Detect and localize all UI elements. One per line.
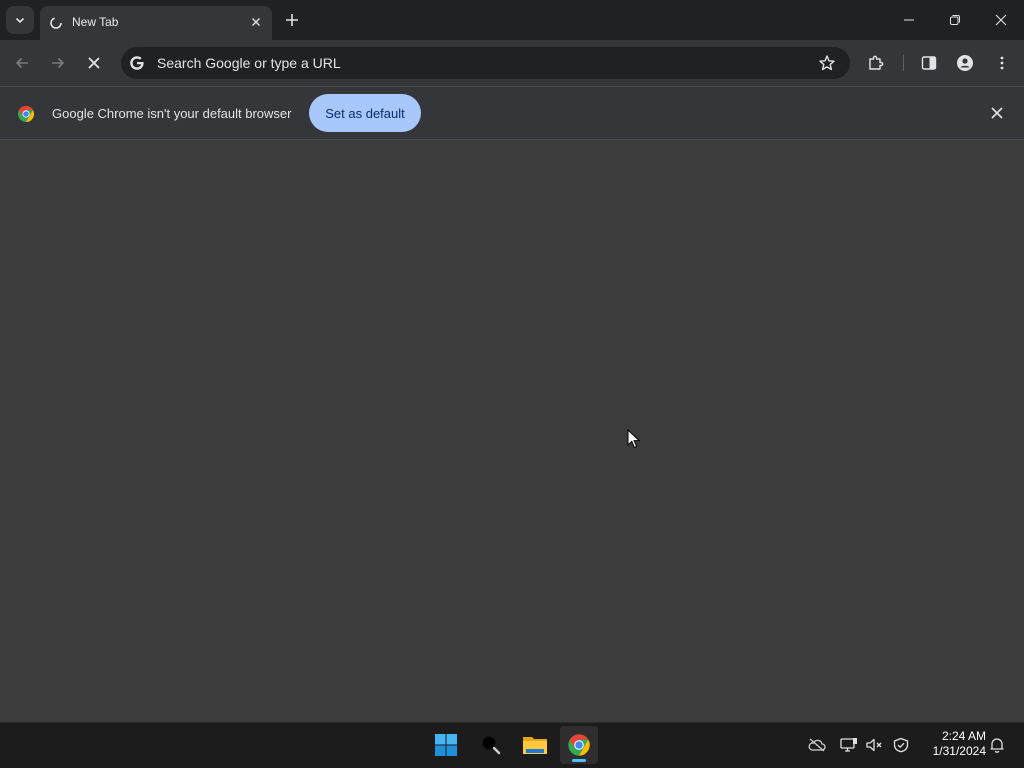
tab-search-button[interactable] [6,6,34,34]
profile-icon [957,55,973,71]
network-icon [840,738,857,752]
tab-new-tab[interactable]: New Tab [40,6,272,40]
mouse-cursor-icon [627,429,641,449]
extensions-icon [869,55,884,70]
minimize-button[interactable] [886,0,932,40]
stop-icon [88,57,100,69]
clock-date: 1/31/2024 [932,744,986,758]
onedrive-offline-icon [808,738,826,752]
side-panel-icon [921,56,937,70]
file-explorer-button[interactable] [516,726,554,764]
side-panel-button[interactable] [917,51,941,75]
address-bar-placeholder: Search Google or type a URL [157,55,341,71]
kebab-menu-icon [1000,56,1004,70]
clock-time: 2:24 AM [941,729,986,743]
window-close-button[interactable] [978,0,1024,40]
close-icon[interactable] [248,14,264,30]
loading-icon [50,17,62,29]
file-explorer-icon [523,737,547,754]
notification-bell-icon [990,738,1004,753]
page-content[interactable] [0,140,1024,722]
notifications-button[interactable] [988,736,1006,754]
taskbar-search-button[interactable] [472,726,510,764]
extensions-button[interactable] [864,51,888,75]
windows-start-icon [435,734,457,756]
address-bar[interactable]: Search Google or type a URL [121,47,850,79]
default-browser-infobar: Google Chrome isn't your default browser… [0,86,1024,140]
start-button[interactable] [427,726,465,764]
close-icon[interactable] [988,104,1006,122]
chevron-down-icon [15,17,25,24]
search-icon [482,736,501,755]
chrome-taskbar-button[interactable] [560,726,598,764]
restore-button[interactable] [932,0,978,40]
profile-button[interactable] [953,51,977,75]
restore-icon [950,15,960,25]
tab-title: New Tab [72,15,119,29]
chrome-logo-icon [18,106,35,122]
forward-button[interactable] [46,51,70,75]
security-icon [893,737,909,753]
active-app-indicator [572,759,586,762]
onedrive-tray-button[interactable] [808,736,826,754]
system-clock[interactable]: 2:24 AM 1/31/2024 [916,729,986,759]
back-arrow-icon [15,57,28,69]
tab-strip: New Tab [0,0,1024,40]
bookmark-star-icon[interactable] [818,54,836,72]
chrome-menu-button[interactable] [990,51,1014,75]
chrome-icon [568,734,590,756]
network-tray-button[interactable] [840,736,858,754]
close-icon [995,14,1007,26]
google-g-icon [130,56,144,70]
toolbar-divider [903,55,904,71]
set-as-default-button[interactable]: Set as default [309,94,421,132]
volume-muted-icon [866,738,882,752]
infobar-message: Google Chrome isn't your default browser [52,106,292,121]
back-button[interactable] [10,51,34,75]
security-tray-button[interactable] [892,736,910,754]
plus-icon[interactable] [282,10,302,30]
volume-tray-button[interactable] [866,736,884,754]
stop-loading-button[interactable] [82,51,106,75]
minimize-icon [904,19,914,21]
taskbar: 2:24 AM 1/31/2024 [0,722,1024,768]
forward-arrow-icon [52,57,65,69]
toolbar: Search Google or type a URL [0,40,1024,86]
